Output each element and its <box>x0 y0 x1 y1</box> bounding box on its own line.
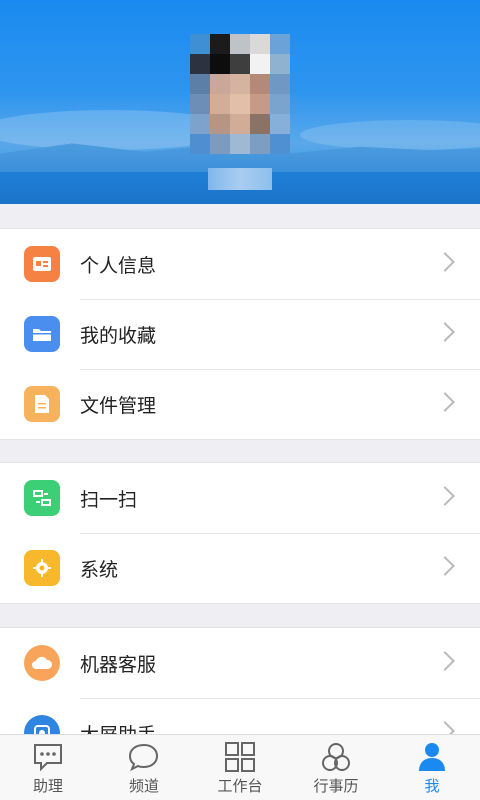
avatar-pixel <box>230 34 250 54</box>
avatar-pixel <box>210 134 230 154</box>
tab-label: 频道 <box>128 778 159 795</box>
menu-item-label: 个人信息 <box>80 255 157 277</box>
tab-workbench[interactable]: 工作台 <box>192 735 288 800</box>
tab-label: 助理 <box>32 778 63 795</box>
menu-item-label: 系统 <box>80 559 119 581</box>
chat-bubble-icon <box>31 741 65 773</box>
avatar[interactable] <box>190 34 290 154</box>
avatar-pixel <box>210 94 230 114</box>
chevron-right-icon <box>435 252 455 272</box>
avatar-pixel <box>230 114 250 134</box>
folder-icon <box>24 316 60 352</box>
avatar-pixel <box>230 134 250 154</box>
person-icon <box>415 741 449 773</box>
avatar-pixel <box>250 134 270 154</box>
menu-item-label: 扫一扫 <box>80 489 138 511</box>
avatar-pixel <box>270 114 290 134</box>
document-icon <box>24 386 60 422</box>
avatar-pixel <box>270 54 290 74</box>
avatar-pixel <box>250 54 270 74</box>
avatar-pixel <box>250 34 270 54</box>
menu-item-label: 机器客服 <box>80 654 157 676</box>
tab-label: 行事历 <box>313 778 359 795</box>
scan-icon <box>24 480 60 516</box>
menu-item-favorites[interactable]: 我的收藏 <box>0 299 480 369</box>
avatar-pixel <box>210 54 230 74</box>
grid-icon <box>223 741 257 773</box>
menu-item-robot-service[interactable]: 机器客服 <box>0 628 480 698</box>
menu-section-2: 扫一扫 系统 <box>0 462 480 604</box>
profile-header <box>0 0 480 204</box>
tab-label: 我 <box>424 778 440 795</box>
avatar-pixel <box>210 74 230 94</box>
id-card-icon <box>24 246 60 282</box>
avatar-pixel <box>230 94 250 114</box>
menu-item-scan[interactable]: 扫一扫 <box>0 463 480 533</box>
bottom-tab-bar: 助理 频道 工作台 行事历 我 <box>0 734 480 800</box>
chevron-right-icon <box>435 651 455 671</box>
cloud-icon <box>24 645 60 681</box>
avatar-pixel <box>210 114 230 134</box>
avatar-pixel <box>230 54 250 74</box>
avatar-pixel <box>250 94 270 114</box>
avatar-pixel <box>190 74 210 94</box>
menu-item-system[interactable]: 系统 <box>0 533 480 603</box>
chevron-right-icon <box>435 556 455 576</box>
avatar-pixel <box>190 134 210 154</box>
avatar-pixel <box>210 34 230 54</box>
avatar-pixel <box>190 94 210 114</box>
menu-item-label: 我的收藏 <box>80 325 157 347</box>
cloud-decoration <box>300 120 480 150</box>
chevron-right-icon <box>435 322 455 342</box>
avatar-pixel <box>250 114 270 134</box>
avatar-pixel <box>190 34 210 54</box>
avatar-pixel <box>230 74 250 94</box>
menu-section-1: 个人信息 我的收藏 文件管理 <box>0 228 480 440</box>
menu-item-file-management[interactable]: 文件管理 <box>0 369 480 439</box>
avatar-pixel <box>190 54 210 74</box>
tab-channel[interactable]: 频道 <box>96 735 192 800</box>
avatar-pixel <box>190 114 210 134</box>
chevron-right-icon <box>435 392 455 412</box>
avatar-pixel <box>270 134 290 154</box>
avatar-pixel <box>270 34 290 54</box>
menu-item-personal-info[interactable]: 个人信息 <box>0 229 480 299</box>
tab-me[interactable]: 我 <box>384 735 480 800</box>
calendar-icon <box>319 741 353 773</box>
menu-item-label: 文件管理 <box>80 395 157 417</box>
tab-label: 工作台 <box>217 778 263 795</box>
avatar-pixel <box>270 74 290 94</box>
nickname-pixelated <box>208 168 272 190</box>
tab-calendar[interactable]: 行事历 <box>288 735 384 800</box>
tab-assistant[interactable]: 助理 <box>0 735 96 800</box>
avatar-pixel <box>270 94 290 114</box>
speech-bubble-icon <box>127 741 161 773</box>
chevron-right-icon <box>435 486 455 506</box>
gear-icon <box>24 550 60 586</box>
avatar-pixel <box>250 74 270 94</box>
